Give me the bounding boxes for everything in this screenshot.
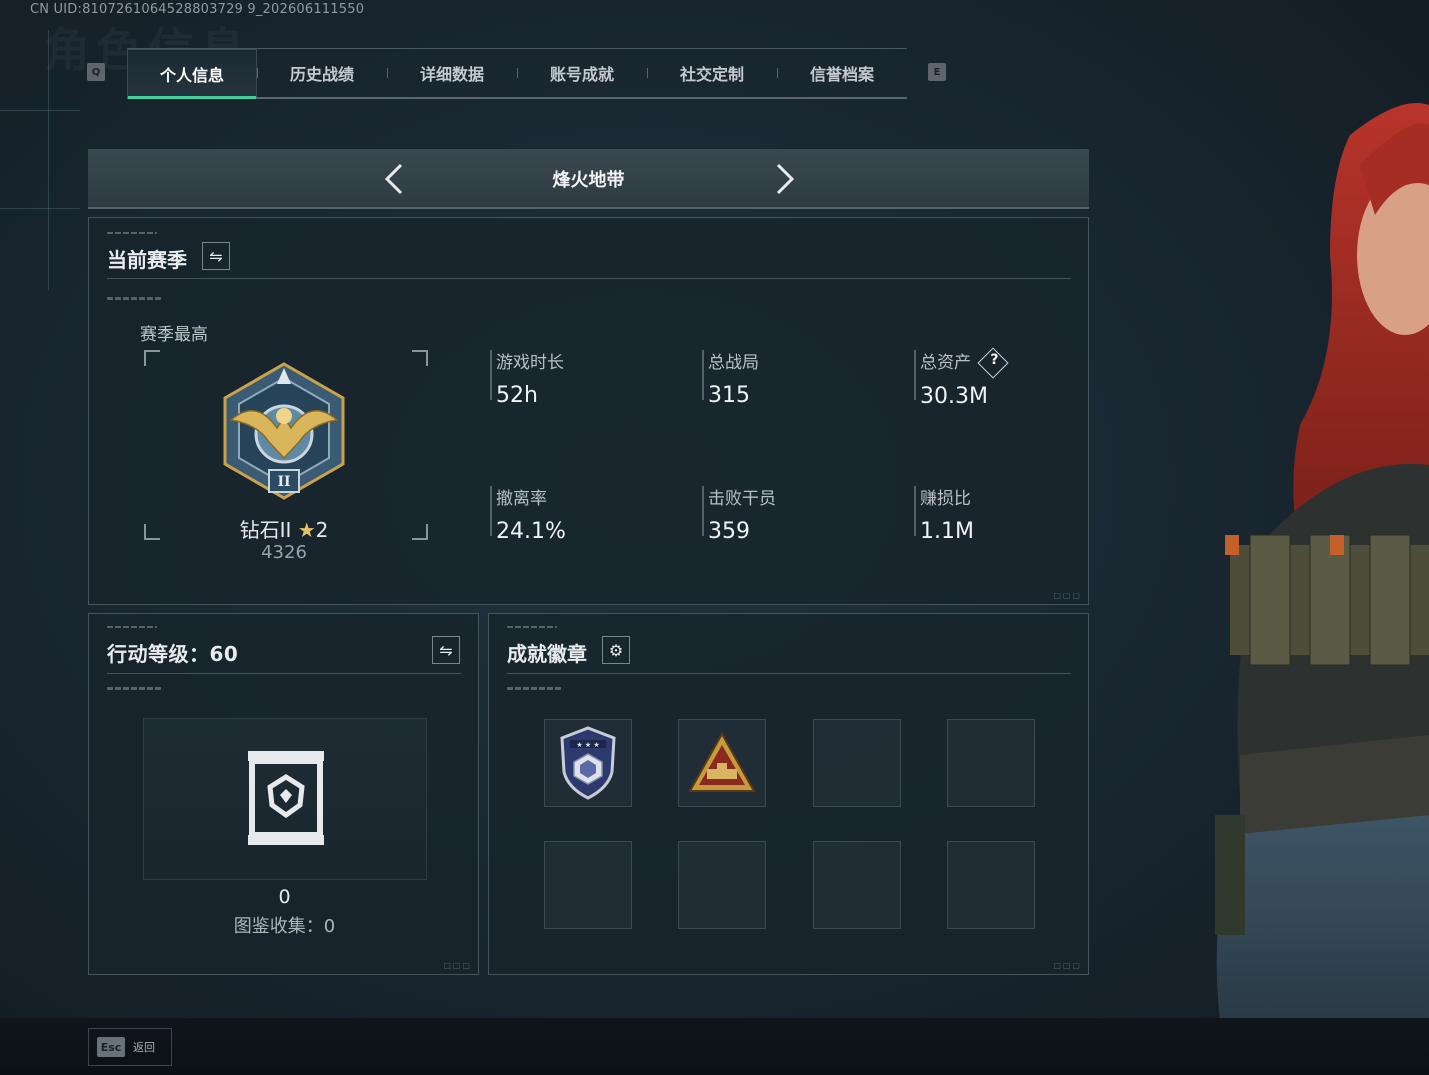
stat-label: 赚损比: [920, 489, 971, 509]
esc-key: Esc: [97, 1037, 125, 1057]
tab-detailed-data[interactable]: 详细数据: [387, 49, 517, 97]
footer-bar: [0, 1018, 1429, 1075]
action-level-panel: 行动等级：60 ⇋ 0 图鉴收集：0 □□□: [88, 613, 479, 975]
tab-account-achievements[interactable]: 账号成就: [517, 49, 647, 97]
main-tab-bar: 个人信息 历史战绩 详细数据 账号成就 社交定制 信誉档案: [127, 48, 907, 99]
stat-divider: [702, 350, 704, 400]
frame-corner: [144, 524, 160, 540]
badge-slot-empty[interactable]: [678, 841, 766, 929]
rank-points: 4326: [261, 542, 307, 563]
tab-social-customization[interactable]: 社交定制: [647, 49, 777, 97]
stat-extraction-rate: 撤离率 24.1%: [490, 484, 696, 544]
character-portrait: [1215, 103, 1429, 1020]
stat-divider: [490, 350, 492, 400]
stat-label: 撤离率: [496, 489, 547, 509]
season-best-label: 赛季最高: [140, 325, 208, 345]
stat-value: 359: [708, 519, 750, 544]
rank-stars: 2: [315, 518, 329, 542]
stat-value: 315: [708, 383, 750, 408]
stat-profit-loss: 赚损比 1.1M: [914, 484, 1120, 544]
divider-decor: [107, 297, 161, 300]
panel-tag-decor: [107, 232, 157, 234]
chevron-right-icon[interactable]: [768, 162, 798, 196]
badge-slot-empty[interactable]: [947, 841, 1035, 929]
stat-divider: [914, 350, 916, 400]
corner-decor: □□□: [443, 961, 472, 970]
badge-slot[interactable]: [678, 719, 766, 807]
tab-next-key[interactable]: E: [928, 63, 946, 81]
corner-decor: □□□: [1053, 591, 1082, 600]
swap-icon[interactable]: ⇋: [432, 636, 460, 664]
star-icon: ★: [297, 518, 316, 542]
corner-decor: □□□: [1053, 961, 1082, 970]
chevron-left-icon[interactable]: [381, 162, 411, 196]
season-panel-title: 当前赛季: [107, 248, 187, 272]
collection-case-icon: [248, 751, 324, 845]
divider: [107, 278, 1071, 279]
rank-emblem-icon: II: [223, 362, 345, 500]
stat-value: 24.1%: [496, 519, 566, 544]
decor-line: [0, 208, 80, 209]
collection-display[interactable]: [143, 718, 427, 880]
svg-text:II: II: [277, 474, 290, 490]
stat-divider: [702, 486, 704, 536]
help-glyph: ?: [990, 352, 999, 369]
decor-line: [48, 30, 49, 290]
back-label: 返回: [133, 1041, 155, 1054]
rank-name: 钻石II: [239, 518, 292, 542]
stat-value: 30.3M: [920, 384, 988, 409]
mode-title: 烽火地带: [552, 170, 625, 191]
badge-slot-empty[interactable]: [813, 841, 901, 929]
mode-selector: 烽火地带: [88, 149, 1089, 209]
back-button[interactable]: Esc 返回: [88, 1028, 172, 1066]
help-icon[interactable]: ?: [977, 347, 1009, 379]
decor-line: [0, 110, 80, 111]
panel-tag-decor: [507, 626, 557, 628]
achievement-badges-panel: 成就徽章 ⚙ ★ ★ ★ □□□: [488, 613, 1089, 975]
current-season-panel: 当前赛季 ⇋ 赛季最高 II 钻石II ★2 4326 游戏时长 52h 总战局…: [88, 217, 1089, 605]
frame-corner: [412, 524, 428, 540]
gear-icon[interactable]: ⚙: [602, 636, 630, 664]
stat-label: 击败干员: [708, 489, 776, 509]
frame-corner: [412, 350, 428, 366]
stat-total-matches: 总战局 315: [702, 348, 908, 408]
divider-decor: [507, 687, 561, 690]
tab-match-history[interactable]: 历史战绩: [257, 49, 387, 97]
svg-text:★ ★ ★: ★ ★ ★: [576, 741, 599, 749]
shield-badge-icon: ★ ★ ★: [560, 726, 616, 800]
panel-tag-decor: [107, 626, 157, 628]
badges-panel-title: 成就徽章: [507, 642, 587, 666]
tab-prev-key[interactable]: Q: [87, 63, 105, 81]
divider: [107, 673, 461, 674]
swap-icon[interactable]: ⇋: [202, 242, 230, 270]
stat-operators-defeated: 击败干员 359: [702, 484, 908, 544]
badge-slot-empty[interactable]: [947, 719, 1035, 807]
divider: [507, 673, 1071, 674]
rank-name-line: 钻石II ★2: [179, 514, 389, 543]
tab-personal-info[interactable]: 个人信息: [127, 49, 257, 99]
stat-value: 52h: [496, 383, 538, 408]
stat-total-assets: 总资产 ? 30.3M: [914, 347, 1120, 409]
stat-play-time: 游戏时长 52h: [490, 348, 696, 408]
badge-slot[interactable]: ★ ★ ★: [544, 719, 632, 807]
badge-slot-empty[interactable]: [813, 719, 901, 807]
triangle-badge-icon: [688, 731, 756, 792]
stat-label: 总战局: [708, 353, 759, 373]
stat-value: 1.1M: [920, 519, 974, 544]
stat-divider: [914, 486, 916, 536]
divider-decor: [107, 687, 161, 690]
collection-label: 图鉴收集：0: [233, 916, 336, 937]
stat-divider: [490, 486, 492, 536]
stat-label: 游戏时长: [496, 353, 564, 373]
tab-reputation-file[interactable]: 信誉档案: [777, 49, 907, 97]
stat-label: 总资产: [920, 353, 971, 373]
level-panel-title: 行动等级：60: [107, 642, 239, 666]
stat-label-row: 总资产 ?: [920, 347, 1120, 379]
frame-corner: [144, 350, 160, 366]
badge-slot-empty[interactable]: [544, 841, 632, 929]
uid-text: CN UID:8107261064528803729 9_20260611155…: [30, 2, 365, 17]
collection-count: 0: [278, 886, 291, 908]
